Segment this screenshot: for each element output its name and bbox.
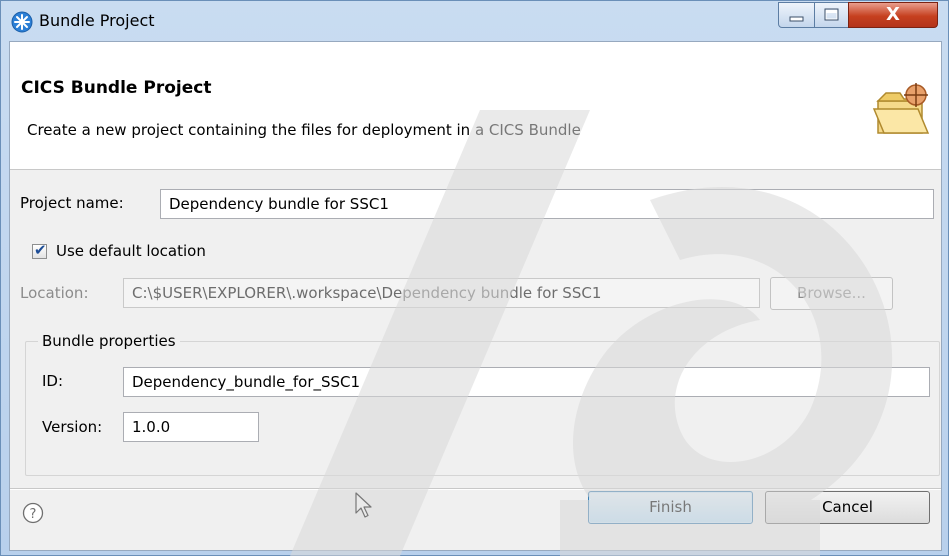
version-label: Version:	[42, 418, 103, 436]
new-project-folder-icon	[872, 83, 930, 134]
close-button[interactable]: X	[848, 2, 938, 28]
bundle-properties-group	[25, 341, 940, 476]
mouse-pointer-icon	[355, 492, 372, 518]
id-input[interactable]: Dependency_bundle_for_SSC1	[123, 367, 930, 397]
project-name-label: Project name:	[20, 194, 124, 212]
close-icon: X	[886, 4, 900, 25]
use-default-location-checkbox[interactable]: ✔	[32, 241, 47, 259]
location-label: Location:	[20, 284, 89, 302]
svg-text:?: ?	[30, 507, 37, 522]
wizard-header: CICS Bundle Project Create a new project…	[10, 42, 941, 170]
project-name-input[interactable]: Dependency bundle for SSC1	[160, 189, 934, 219]
finish-button[interactable]: Finish	[588, 491, 753, 524]
maximize-icon	[824, 8, 839, 21]
cancel-button[interactable]: Cancel	[765, 491, 930, 524]
location-input: C:\$USER\EXPLORER\.workspace\Dependency …	[123, 278, 760, 308]
page-description: Create a new project containing the file…	[27, 121, 581, 139]
browse-button[interactable]: Browse...	[770, 277, 893, 310]
help-icon[interactable]: ?	[22, 502, 44, 524]
maximize-button[interactable]	[814, 2, 849, 28]
title-bar[interactable]: Bundle Project X	[1, 1, 948, 41]
version-input[interactable]: 1.0.0	[123, 412, 259, 442]
dialog-client-area: CICS Bundle Project Create a new project…	[9, 41, 942, 551]
bundle-properties-title: Bundle properties	[38, 332, 180, 350]
dialog-window: Bundle Project X CICS Bundle Project Cre…	[0, 0, 949, 556]
id-label: ID:	[42, 372, 64, 390]
minimize-icon	[789, 16, 804, 22]
minimize-button[interactable]	[778, 2, 815, 28]
cics-bundle-app-icon	[11, 11, 33, 33]
window-title: Bundle Project	[39, 11, 155, 30]
page-title: CICS Bundle Project	[21, 78, 212, 98]
footer-separator	[10, 488, 941, 490]
use-default-location-label[interactable]: Use default location	[56, 242, 206, 260]
checkmark-icon: ✔	[34, 241, 47, 259]
